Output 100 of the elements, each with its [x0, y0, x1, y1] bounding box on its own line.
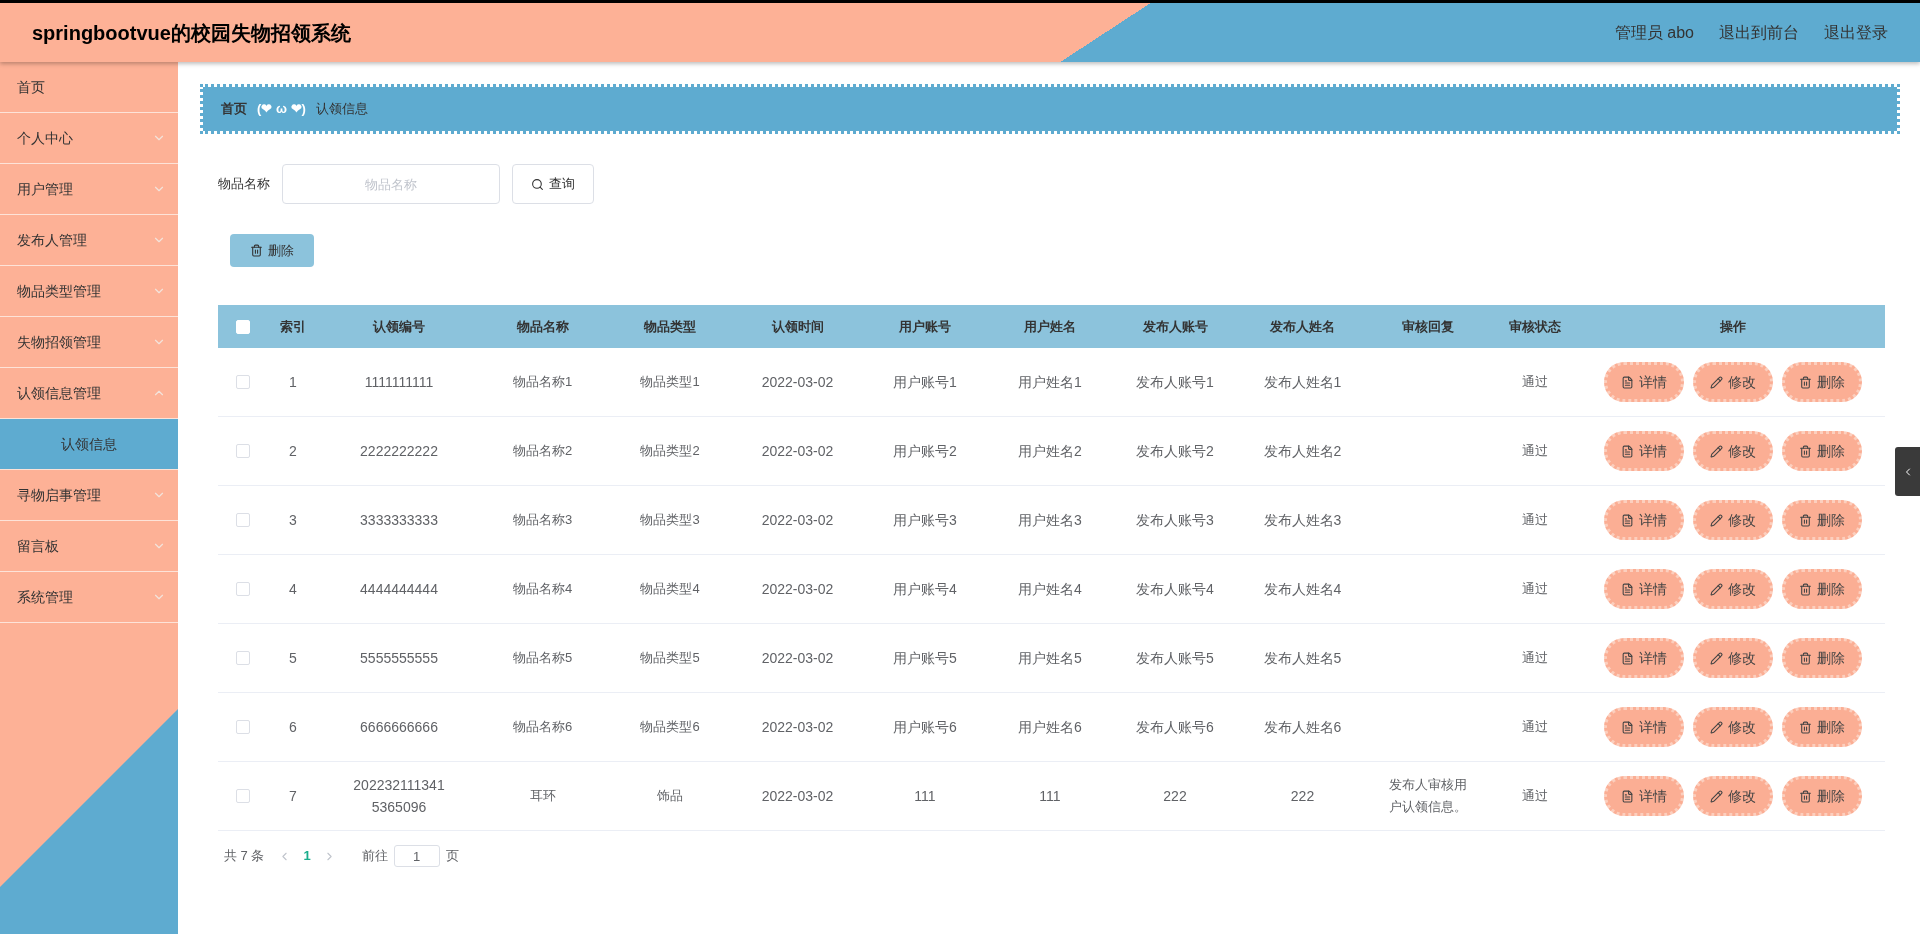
table-cell-text: 222: [1290, 786, 1315, 806]
table-cell-text: 2022-03-02: [761, 717, 834, 737]
table-cell-text: 物品名称1: [512, 373, 573, 392]
checkbox[interactable]: [236, 375, 250, 389]
details-button[interactable]: 详情: [1603, 776, 1684, 816]
table-cell-text: 发布人姓名6: [1263, 717, 1342, 737]
search-button[interactable]: 查询: [512, 164, 594, 204]
table-cell-text: 通过: [1522, 787, 1548, 806]
table-cell-text: 7: [289, 786, 297, 806]
breadcrumb-link[interactable]: 首页: [221, 99, 247, 119]
table-cell-text: 通过: [1522, 718, 1548, 737]
checkbox[interactable]: [236, 582, 250, 596]
delete-button[interactable]: 删除: [1781, 500, 1862, 540]
search-label: 物品名称: [218, 175, 270, 194]
table-cell-text: 物品类型3: [640, 511, 700, 530]
table-cell-text: 2022-03-02: [761, 579, 834, 599]
pencil-icon: [1709, 582, 1723, 596]
table-cell-text: 5: [289, 648, 297, 668]
submenu-item[interactable]: 认领信息: [0, 419, 178, 470]
table-cell-text: 用户姓名1: [1018, 372, 1082, 392]
trash-icon: [1798, 444, 1812, 458]
edit-button[interactable]: 修改: [1692, 431, 1773, 471]
document-icon: [1620, 720, 1634, 734]
table-cell-text: 5555555555: [360, 649, 438, 668]
column-header: 用户姓名: [1023, 317, 1077, 336]
details-button[interactable]: 详情: [1603, 707, 1684, 747]
table-cell-text: 1111111111: [364, 373, 434, 392]
document-icon: [1620, 582, 1634, 596]
delete-button[interactable]: 删除: [1781, 776, 1862, 816]
trash-icon: [1798, 720, 1812, 734]
column-header: 认领时间: [770, 317, 825, 336]
delete-button[interactable]: 删除: [1781, 569, 1862, 609]
bulk-delete-button[interactable]: 删除: [230, 234, 314, 267]
column-header: 物品名称: [515, 317, 570, 336]
delete-button[interactable]: 删除: [1781, 638, 1862, 678]
pencil-icon: [1709, 789, 1723, 803]
edit-button[interactable]: 修改: [1692, 776, 1773, 816]
table-cell-text: 发布人姓名3: [1263, 510, 1342, 530]
edit-button[interactable]: 修改: [1692, 500, 1773, 540]
edit-button[interactable]: 修改: [1692, 707, 1773, 747]
checkbox[interactable]: [236, 720, 250, 734]
column-header: 发布人账号: [1141, 317, 1209, 336]
edit-button[interactable]: 修改: [1692, 362, 1773, 402]
column-header: 物品类型: [643, 317, 697, 336]
total-count: 共 7 条: [224, 847, 265, 866]
table-cell-text: 物品名称2: [512, 442, 573, 461]
table-cell-text: 6: [289, 717, 297, 737]
document-icon: [1620, 513, 1634, 527]
table-cell-text: 用户姓名2: [1018, 441, 1082, 461]
page-input[interactable]: 1: [393, 845, 440, 867]
details-button[interactable]: 详情: [1603, 431, 1684, 471]
trash-icon: [1798, 651, 1812, 665]
trash-icon: [1798, 582, 1812, 596]
pencil-icon: [1709, 375, 1723, 389]
delete-button[interactable]: 删除: [1781, 362, 1862, 402]
document-icon: [1620, 375, 1634, 389]
search-field[interactable]: 物品名称: [282, 164, 500, 204]
table-cell-text: 发布人账号1: [1136, 372, 1214, 392]
table-cell-text: 物品类型1: [640, 373, 700, 392]
goto-label: 前往: [361, 847, 388, 866]
breadcrumb-separator: (❤ ω ❤): [257, 100, 306, 119]
checkbox[interactable]: [236, 651, 250, 665]
document-icon: [1620, 444, 1634, 458]
table-cell-text: 2: [289, 441, 297, 461]
checkbox[interactable]: [236, 513, 250, 527]
table-cell-text: 发布人姓名2: [1263, 441, 1342, 461]
details-button[interactable]: 详情: [1603, 500, 1684, 540]
table-cell-text: 2022-03-02: [761, 372, 834, 392]
table-cell-text: 物品类型6: [640, 718, 700, 737]
table-cell-text: 2222222222: [360, 442, 438, 461]
trash-icon: [1798, 789, 1812, 803]
delete-button[interactable]: 删除: [1781, 707, 1862, 747]
details-button[interactable]: 详情: [1603, 638, 1684, 678]
column-header: 审核回复: [1400, 317, 1455, 336]
table-cell-text: 发布人账号6: [1136, 717, 1214, 737]
delete-button[interactable]: 删除: [1781, 431, 1862, 471]
table-cell-text: 3333333333: [360, 511, 438, 530]
details-button[interactable]: 详情: [1603, 362, 1684, 402]
checkbox[interactable]: [236, 789, 250, 803]
edit-button[interactable]: 修改: [1692, 569, 1773, 609]
table-cell-text: 用户姓名6: [1018, 717, 1082, 737]
table-cell-text: 发布人账号4: [1136, 579, 1214, 599]
table-cell-text: 用户账号6: [893, 717, 957, 737]
table-cell-text: 发布人账号2: [1136, 441, 1214, 461]
edit-button[interactable]: 修改: [1692, 638, 1773, 678]
header-link[interactable]: 退出到前台: [1719, 20, 1799, 45]
table-cell-text: 物品类型5: [640, 649, 700, 668]
column-header: 操作: [1718, 317, 1747, 336]
table-cell-text: 2022-03-02: [761, 441, 834, 461]
table-cell-text: 通过: [1522, 511, 1548, 530]
table-cell-text: 2022-03-02: [761, 648, 834, 668]
header-link[interactable]: 退出登录: [1824, 20, 1888, 45]
checkbox[interactable]: [236, 444, 250, 458]
table-cell-text: 用户账号3: [893, 510, 957, 530]
table-cell-text: 用户账号4: [893, 579, 957, 599]
details-button[interactable]: 详情: [1603, 569, 1684, 609]
table-cell-text: 物品名称6: [512, 718, 573, 737]
table-cell-text: 物品名称3: [512, 511, 573, 530]
column-header: 用户账号: [898, 317, 952, 336]
collapse-handle[interactable]: [1895, 447, 1920, 496]
